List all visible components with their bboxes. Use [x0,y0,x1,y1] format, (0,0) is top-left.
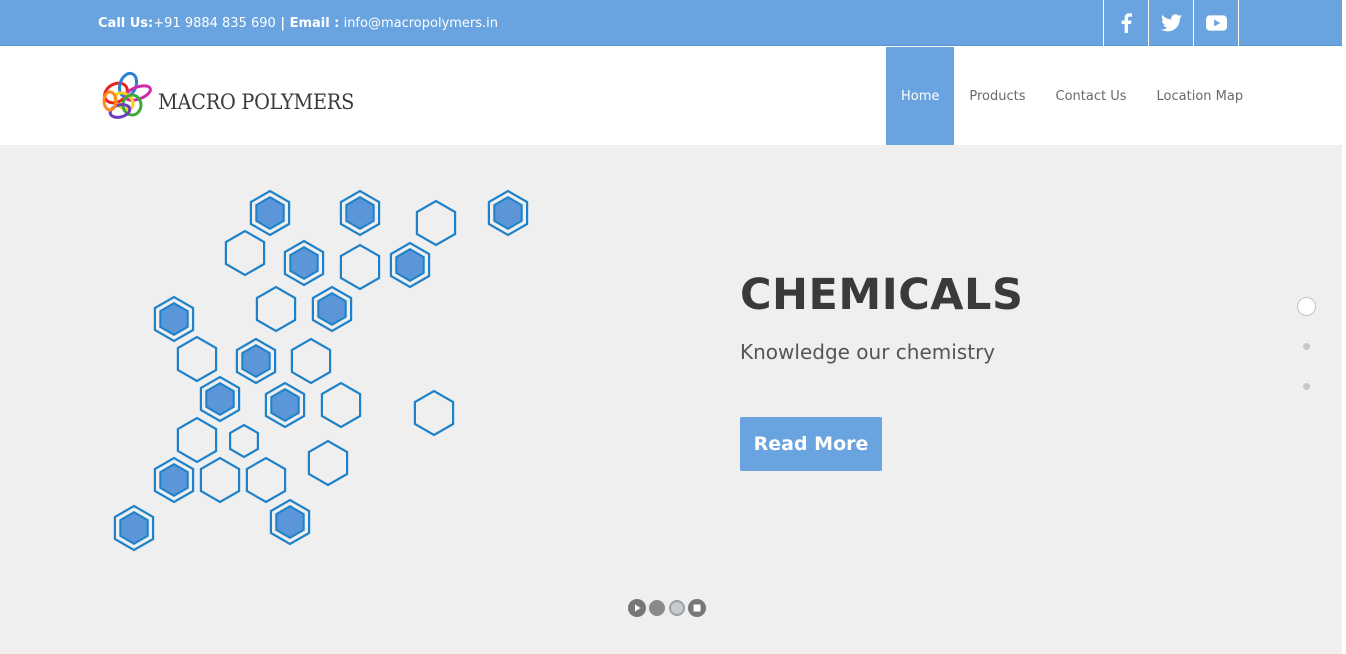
youtube-icon [1205,15,1227,31]
slider-dot-2[interactable] [669,600,685,616]
hexagon-shape [320,381,362,429]
hexagon-shape [229,423,259,459]
twitter-icon [1160,14,1182,32]
twitter-button[interactable] [1149,0,1194,46]
hexagon-shape [176,416,218,464]
nav-item-products[interactable]: Products [954,47,1040,145]
hexagon-shape [176,335,218,383]
logo-mark-icon [102,71,152,119]
email-address[interactable]: info@macropolymers.in [339,16,498,31]
main-nav: Home Products Contact Us Location Map [886,47,1258,145]
hexagon-shape [245,456,287,504]
hexagon-fill [289,246,319,280]
nav-item-home[interactable]: Home [886,47,955,145]
contact-info: Call Us:+91 9884 835 690 | Email : info@… [98,16,498,31]
logo-text: MACRO POLYMERS [158,90,355,114]
hexagon-fill [241,344,271,378]
hexagon-shape [255,285,297,333]
top-bar: Call Us:+91 9884 835 690 | Email : info@… [0,0,1342,46]
nav-item-contact-us[interactable]: Contact Us [1041,47,1142,145]
slider-controls [628,598,706,618]
hexagon-fill [255,196,285,230]
hexagon-shape [224,229,266,277]
email-label: Email : [289,16,340,31]
hexagon-fill [270,388,300,422]
play-icon [635,604,641,612]
slide-indicator-2[interactable] [1303,343,1310,350]
hexagon-shape [339,243,381,291]
social-links [1103,0,1239,46]
hexagon-fill [395,248,425,282]
site-header: MACRO POLYMERS Home Products Contact Us … [0,47,1342,145]
slide-indicator-3[interactable] [1303,383,1310,390]
youtube-button[interactable] [1194,0,1239,46]
hexagon-shape [199,456,241,504]
nav-item-location-map[interactable]: Location Map [1142,47,1259,145]
site-logo[interactable]: MACRO POLYMERS [98,71,371,125]
hexagon-fill [317,292,347,326]
hexagon-fill [159,302,189,336]
hero-subtitle: Knowledge our chemistry [740,340,996,364]
contact-separator: | [275,16,290,31]
hexagon-shape [415,199,457,247]
hero-slider: CHEMICALS Knowledge our chemistry Read M… [0,145,1342,654]
play-button[interactable] [628,599,646,617]
slider-dot-1[interactable] [649,600,665,616]
hexagon-fill [159,463,189,497]
hexagon-shape [413,389,455,437]
hexagon-fill [493,196,523,230]
hexagon-fill [119,511,149,545]
stop-button[interactable] [688,599,706,617]
hexagon-fill [345,196,375,230]
call-label: Call Us: [98,16,154,31]
hexagon-fill [275,505,305,539]
hexagon-fill [205,382,235,416]
hexagon-shape [290,337,332,385]
hero-title: CHEMICALS [740,270,1024,320]
slide-indicator-1[interactable] [1297,297,1316,316]
facebook-icon [1121,13,1132,33]
stop-icon [693,604,701,612]
hexagon-pattern-graphic [113,189,529,552]
facebook-button[interactable] [1104,0,1149,46]
hexagon-shape [307,439,349,487]
phone-number[interactable]: +91 9884 835 690 [153,16,276,31]
read-more-button[interactable]: Read More [740,417,882,471]
